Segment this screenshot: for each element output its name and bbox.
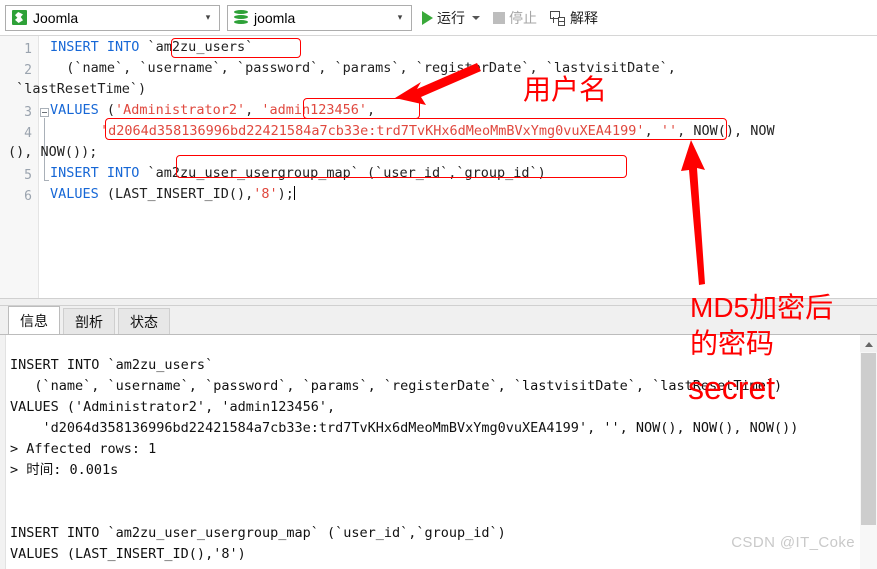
line-number: 4 [24,126,32,141]
explain-button[interactable]: 解释 [547,5,601,31]
sql-editor[interactable]: 1 2 3 4 5 6 INSERT INTO `am2zu_users` (`… [0,35,877,298]
fold-guide-end [44,180,49,181]
chevron-down-icon[interactable]: ▾ [393,13,407,22]
code-line-1: INSERT INTO `am2zu_users` [50,37,253,58]
result-console[interactable]: INSERT INTO `am2zu_users` (`name`, `user… [0,334,877,569]
console-scrollbar[interactable] [860,335,877,569]
line-number-gutter: 1 2 3 4 5 6 [0,36,39,298]
stop-button[interactable]: 停止 [490,5,540,31]
run-button[interactable]: 运行 [419,5,483,31]
chevron-down-icon[interactable]: ▾ [201,13,215,22]
code-line-5: INSERT INTO `am2zu_user_usergroup_map` (… [50,163,546,184]
code-line-2-wrap: `lastResetTime`) [8,79,146,100]
line-number: 2 [24,63,32,78]
console-gutter [0,335,6,569]
scrollbar-thumb[interactable] [861,353,876,525]
result-tab-bar: 信息 剖析 状态 [0,306,877,334]
line-number: 6 [24,189,32,204]
console-output-text: INSERT INTO `am2zu_users` (`name`, `user… [10,355,853,569]
explain-icon [550,11,566,25]
tab-profile[interactable]: 剖析 [63,308,115,334]
database-icon [234,10,248,25]
sql-code-area[interactable]: INSERT INTO `am2zu_users` (`name`, `user… [50,36,877,298]
run-dropdown-chevron-icon[interactable] [472,16,480,20]
code-line-6: VALUES (LAST_INSERT_ID(),'8'); [50,184,295,205]
tab-info-label: 信息 [20,311,48,331]
database-select-value: joomla [248,10,393,26]
play-icon [422,11,433,25]
code-line-2: (`name`, `username`, `password`, `params… [50,58,676,79]
tab-profile-label: 剖析 [75,312,103,332]
line-number: 3 [24,105,32,120]
fold-toggle-icon[interactable] [40,108,49,117]
code-line-4-wrap: (), NOW()); [8,142,97,163]
tab-status-label: 状态 [130,312,158,332]
code-line-4: 'd2064d358136996bd22421584a7cb33e:trd7Tv… [100,121,775,142]
tab-info[interactable]: 信息 [8,306,60,334]
line-number: 5 [24,168,32,183]
code-line-3: VALUES ('Administrator2', 'admin123456', [50,100,375,121]
database-select[interactable]: joomla ▾ [227,5,412,31]
run-button-label: 运行 [437,8,465,28]
connection-select-value: Joomla [27,10,201,26]
text-cursor [294,186,295,200]
scroll-up-icon[interactable] [860,335,877,352]
connection-select[interactable]: Joomla ▾ [5,5,220,31]
toolbar: Joomla ▾ joomla ▾ 运行 停止 解释 [0,0,877,35]
line-number: 1 [24,42,32,57]
tab-status[interactable]: 状态 [118,308,170,334]
joomla-icon [12,10,27,25]
explain-button-label: 解释 [570,8,598,28]
stop-button-label: 停止 [509,8,537,28]
panel-splitter[interactable] [0,298,877,306]
stop-square-icon [493,12,505,24]
